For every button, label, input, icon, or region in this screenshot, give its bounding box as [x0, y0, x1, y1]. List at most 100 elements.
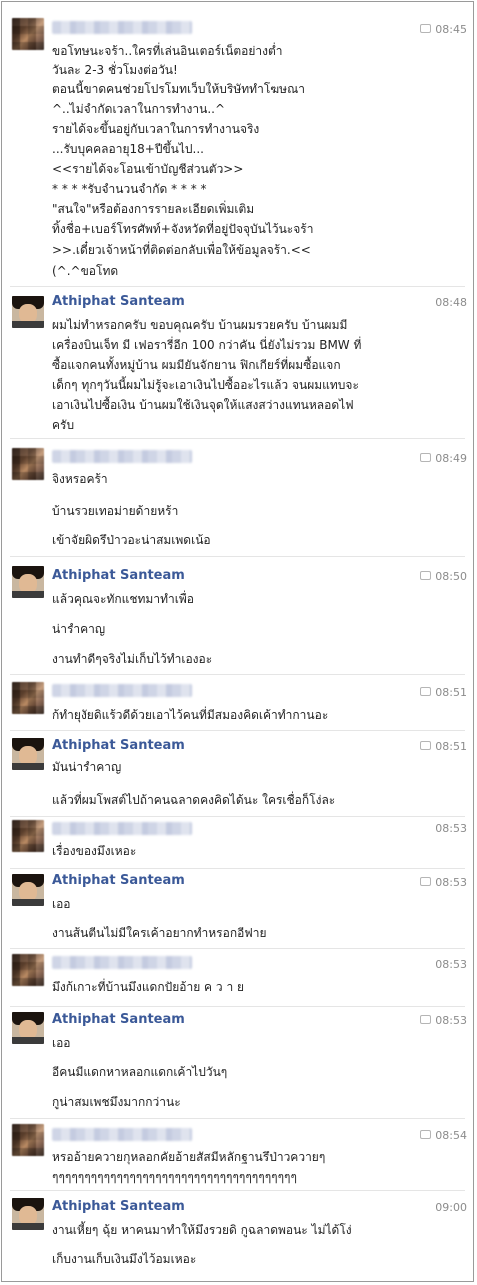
avatar[interactable]: [12, 296, 44, 328]
timestamp: 08:50: [420, 570, 467, 583]
divider: [10, 1006, 465, 1007]
timestamp: 08:53: [435, 822, 467, 835]
sender-name-redacted[interactable]: [52, 450, 192, 463]
chat-bubble-icon: [420, 571, 432, 580]
message-item: Athiphat Santeam 08:53 เออ อีคนมีแดกหาหล…: [2, 1006, 473, 1118]
chat-transcript: 08:45 ขอโทษนะจร้า..ใครที่เล่นอินเตอร์เน็…: [1, 1, 474, 1282]
message-item: 08:49 จิงหรอคร้า บ้านรวยเทอม่ายด้ายหร้า …: [2, 438, 473, 556]
message-text: มึงก้เกาะที่บ้านมึงแดกปัยอ้าย ค ว า ย: [52, 980, 245, 994]
message-text: ผมไม่ทำหรอกครับ ขอบคุณครับ บ้านผมรวยครับ…: [52, 318, 348, 332]
divider: [10, 948, 465, 949]
message-item: 08:45 ขอโทษนะจร้า..ใครที่เล่นอินเตอร์เน็…: [2, 2, 473, 286]
sender-name-redacted[interactable]: [52, 956, 192, 969]
message-item: Athiphat Santeam 08:51 มันน่ารำคาญ แล้วท…: [2, 730, 473, 816]
message-item: 08:51 ก้ทำยุงัยดิแร้วดีด้วยเอาไว้คนที่มี…: [2, 674, 473, 730]
message-text: งานส้นตีนไม่มีใครเค้าอยากทำหรอกอีฟาย: [52, 926, 267, 940]
message-text: ซื้อแจกคนทั้งหมู่บ้าน ผมมียันจักยาน ฟิกเ…: [52, 358, 341, 372]
sender-name[interactable]: Athiphat Santeam: [52, 738, 185, 753]
sender-name[interactable]: Athiphat Santeam: [52, 1012, 185, 1027]
avatar[interactable]: [12, 874, 44, 906]
message-text: งานทำดีๆจริงไม่เก็บไว้ทำเองอะ: [52, 652, 213, 666]
message-item: Athiphat Santeam 08:50 แล้วคุณจะทักแชทมา…: [2, 556, 473, 674]
avatar[interactable]: [12, 1012, 44, 1044]
sender-name-redacted[interactable]: [52, 822, 192, 835]
message-text: แล้วที่ผมโพสต์ไปถ้าคนฉลาดคงคิดได้นะ ใครเ…: [52, 793, 336, 807]
sender-name[interactable]: Athiphat Santeam: [52, 294, 185, 309]
message-text: ^..ไม่จำกัดเวลาในการทำงาน..^: [52, 102, 226, 116]
message-text: เออ: [52, 1036, 71, 1050]
chat-bubble-icon: [420, 453, 432, 462]
message-text: จิงหรอคร้า: [52, 472, 108, 486]
message-text: ขอโทษนะจร้า..ใครที่เล่นอินเตอร์เน็ตอย่าง…: [52, 44, 283, 58]
sender-name-redacted[interactable]: [52, 1128, 192, 1141]
message-text: กูน่าสมเพชมึงมากกว่านะ: [52, 1095, 181, 1109]
timestamp: 08:51: [420, 686, 467, 699]
timestamp: 08:51: [420, 740, 467, 753]
message-text: ครับ: [52, 418, 75, 432]
divider: [10, 1118, 465, 1119]
sender-name-redacted[interactable]: [52, 21, 192, 34]
message-text: เออ: [52, 897, 71, 911]
message-text: ทิ้งชื่อ+เบอร์โทรศัพท์+จังหวัดที่อยู่ปัจ…: [52, 222, 314, 236]
message-text: เอาเงินไปซื้อเงิน บ้านผมใช้เงินจุดให้แสง…: [52, 398, 354, 412]
chat-bubble-icon: [420, 687, 432, 696]
message-item: Athiphat Santeam 09:00 งานเหี้ยๆ ฉุ้ย หา…: [2, 1190, 473, 1282]
chat-bubble-icon: [420, 24, 432, 33]
chat-bubble-icon: [420, 741, 432, 750]
divider: [10, 868, 465, 869]
message-item: 08:53 มึงก้เกาะที่บ้านมึงแดกปัยอ้าย ค ว …: [2, 948, 473, 1006]
avatar[interactable]: [12, 18, 44, 50]
message-item: Athiphat Santeam 08:53 เออ งานส้นตีนไม่ม…: [2, 868, 473, 948]
message-text: "สนใจ"หรือต้องการรายละเอียดเพิ่มเติม: [52, 202, 255, 216]
message-text: น่ารำคาญ: [52, 622, 106, 636]
divider: [10, 438, 465, 439]
chat-bubble-icon: [420, 1130, 432, 1139]
avatar[interactable]: [12, 1124, 44, 1156]
message-text: รายได้จะขึ้นอยู่กับเวลาในการทำงานจริง: [52, 122, 260, 136]
message-text: ก้ทำยุงัยดิแร้วดีด้วยเอาไว้คนที่มีสมองคิ…: [52, 708, 329, 722]
chat-bubble-icon: [420, 1015, 432, 1024]
sender-name[interactable]: Athiphat Santeam: [52, 873, 185, 888]
divider: [10, 816, 465, 817]
message-text: เครื่องบินเจ็ท มี เฟอรารี่อีก 100 กว่าคั…: [52, 338, 362, 352]
avatar[interactable]: [12, 1198, 44, 1230]
message-item: 08:53 เรื่องของมึงเหอะ: [2, 816, 473, 868]
message-text: * * * *รับจำนวนจำกัด * * * *: [52, 182, 207, 196]
message-text: ๆๆๆๆๆๆๆๆๆๆๆๆๆๆๆๆๆๆๆๆๆๆๆๆๆๆๆๆๆๆๆๆๆๆๆๆๆๆ: [52, 1170, 297, 1184]
divider: [10, 556, 465, 557]
divider: [10, 1190, 465, 1191]
chat-bubble-icon: [420, 877, 432, 886]
sender-name[interactable]: Athiphat Santeam: [52, 568, 185, 583]
sender-name[interactable]: Athiphat Santeam: [52, 1199, 185, 1214]
message-text: มันน่ารำคาญ: [52, 760, 122, 774]
message-item: 08:54 หรออ้ายควายกุหลอกคัยอ้ายสัสมีหลักฐ…: [2, 1118, 473, 1190]
divider: [10, 286, 465, 287]
avatar[interactable]: [12, 566, 44, 598]
timestamp: 09:00: [435, 1201, 467, 1214]
timestamp: 08:53: [420, 876, 467, 889]
message-text: บ้านรวยเทอม่ายด้ายหร้า: [52, 504, 179, 518]
timestamp: 08:45: [420, 23, 467, 36]
message-text: แล้วคุณจะทักแชทมาทำเพื่อ: [52, 592, 194, 606]
message-text: (^.^ขอโทด: [52, 264, 119, 278]
message-text: หรออ้ายควายกุหลอกคัยอ้ายสัสมีหลักฐานรึป่…: [52, 1150, 326, 1164]
avatar[interactable]: [12, 448, 44, 480]
message-text: งานเหี้ยๆ ฉุ้ย หาคนมาทำให้มึงรวยดิ กูฉลา…: [52, 1223, 352, 1237]
timestamp: 08:53: [435, 958, 467, 971]
message-text: เก็บงานเก็บเงินมึงไว้อมเหอะ: [52, 1252, 197, 1266]
timestamp: 08:49: [420, 452, 467, 465]
sender-name-redacted[interactable]: [52, 684, 192, 697]
avatar[interactable]: [12, 820, 44, 852]
avatar[interactable]: [12, 954, 44, 986]
message-text: อีคนมีแดกหาหลอกแดกเค้าไปวันๆ: [52, 1065, 228, 1079]
message-text: เรื่องของมึงเหอะ: [52, 844, 137, 858]
avatar[interactable]: [12, 738, 44, 770]
avatar[interactable]: [12, 682, 44, 714]
message-text: เด็กๆ ทุกๆวันนี้ผมไม่รู้จะเอาเงินไปซื้ออ…: [52, 378, 359, 392]
timestamp: 08:54: [420, 1129, 467, 1142]
message-text: ...รับบุคคลอายุ18+ปีขึ้นไป...: [52, 142, 204, 156]
divider: [10, 730, 465, 731]
timestamp: 08:53: [420, 1014, 467, 1027]
message-text: เข้าจัยผิดรึป่าวอะน่าสมเพดเน้อ: [52, 533, 211, 547]
message-item: Athiphat Santeam 08:48 ผมไม่ทำหรอกครับ ข…: [2, 286, 473, 438]
